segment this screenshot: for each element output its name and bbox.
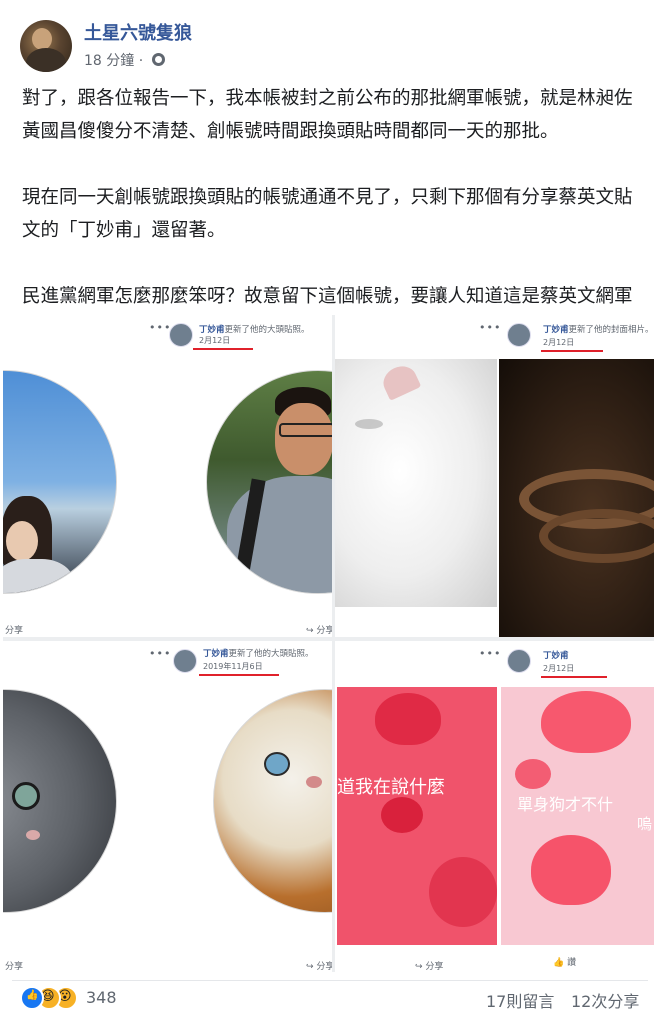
share-label: 分享 — [316, 626, 332, 636]
profile-photo-man — [206, 370, 332, 594]
share-count[interactable]: 12次分享 — [571, 988, 639, 1012]
mini-date: 2月12日 — [543, 338, 575, 347]
like-button[interactable]: 👍 讚 — [553, 955, 576, 968]
mini-header: 丁妙甫更新了他的大頭貼照。 — [203, 647, 314, 659]
mini-avatar — [507, 323, 531, 347]
mini-header: 丁妙甫更新了他的封面相片。 — [543, 323, 654, 335]
mini-date: 2019年11月6日 — [203, 662, 263, 671]
image-caption: 單身狗才不什 — [517, 795, 614, 814]
mini-header: 丁妙甫更新了他的大頭貼照。 — [199, 323, 310, 335]
post-paragraph: 現在同一天創帳號跟換頭貼的帳號通通不見了，只剩下那個有分享蔡英文貼文的「丁妙甫」… — [22, 187, 633, 241]
red-underline — [541, 350, 603, 352]
like-reaction-icon[interactable] — [20, 986, 44, 1010]
mini-name: 丁妙甫 — [543, 651, 569, 661]
mini-date: 2月12日 — [199, 336, 231, 345]
share-button[interactable]: ↪ 分享 — [306, 959, 332, 972]
mini-avatar — [173, 649, 197, 673]
screenshot-valentine-posts[interactable]: 道我在說什麼 單身狗才不什 嗚 ••• 丁妙甫 2月12日 ↪ 分享 👍 讚 — [335, 641, 654, 972]
mini-date: 2月12日 — [543, 664, 575, 673]
mini-action: 更新了他的大頭貼照。 — [228, 649, 314, 659]
footer-divider — [12, 980, 648, 981]
reaction-count[interactable]: 348 — [86, 988, 117, 1007]
image-caption: 道我在說什麼 — [337, 777, 445, 798]
mini-avatar — [507, 649, 531, 673]
avatar-face — [32, 28, 52, 50]
cat-photo — [335, 359, 497, 607]
red-underline — [193, 348, 253, 350]
rose-photo: 道我在說什麼 — [337, 687, 497, 945]
globe-icon — [151, 53, 165, 66]
more-options-icon[interactable]: ••• — [479, 647, 501, 660]
profile-photo-girl — [3, 370, 117, 594]
like-label: 讚 — [567, 958, 577, 968]
snake-photo — [499, 359, 654, 637]
hearts-photo: 單身狗才不什 嗚 — [501, 687, 654, 945]
author-avatar[interactable] — [20, 20, 72, 72]
share-button[interactable]: ↪ 分享 — [415, 959, 443, 972]
more-options-icon[interactable]: ••• — [149, 647, 171, 660]
mini-avatar — [169, 323, 193, 347]
mini-name: 丁妙甫 — [199, 325, 225, 335]
more-options-icon[interactable]: ••• — [479, 321, 501, 334]
screenshot-cover-photo[interactable]: ••• 丁妙甫更新了他的封面相片。 2月12日 — [335, 315, 654, 637]
screenshot-profile-photo-1[interactable]: ••• 丁妙甫更新了他的大頭貼照。 2月12日 分享 ↪ 分享 — [3, 315, 332, 637]
share-label: 分享 — [425, 962, 444, 972]
share-label: 分享 — [316, 962, 332, 972]
red-underline — [541, 676, 607, 678]
author-name[interactable]: 土星六號隻狼 — [84, 19, 192, 45]
more-options-icon[interactable]: ••• — [149, 321, 171, 334]
mini-action: 更新了他的封面相片。 — [568, 325, 654, 335]
mini-name: 丁妙甫 — [203, 649, 229, 659]
red-underline — [199, 674, 279, 676]
screenshot-profile-photo-2[interactable]: ••• 丁妙甫更新了他的大頭貼照。 2019年11月6日 分享 ↪ 分享 — [3, 641, 332, 972]
post-image-grid[interactable]: ••• 丁妙甫更新了他的大頭貼照。 2月12日 分享 ↪ 分享 ••• 丁妙甫更… — [3, 315, 654, 972]
mini-action: 更新了他的大頭貼照。 — [224, 325, 310, 335]
post-paragraph: 對了，跟各位報告一下，我本帳被封之前公布的那批網軍帳號，就是林昶佐黃國昌傻傻分不… — [22, 88, 633, 142]
avatar-body — [26, 48, 66, 72]
share-label: 分享 — [5, 962, 24, 972]
post-time[interactable]: 18 分鐘 — [84, 53, 134, 69]
comment-count[interactable]: 17則留言 — [486, 988, 554, 1012]
share-label: 分享 — [5, 626, 24, 636]
mini-name: 丁妙甫 — [543, 325, 569, 335]
post-meta: 18 分鐘 · — [84, 50, 165, 70]
profile-photo-orange-cat — [213, 689, 332, 913]
share-button[interactable]: ↪ 分享 — [306, 623, 332, 636]
image-caption: 嗚 — [637, 815, 653, 833]
profile-photo-gray-cat — [3, 689, 117, 913]
